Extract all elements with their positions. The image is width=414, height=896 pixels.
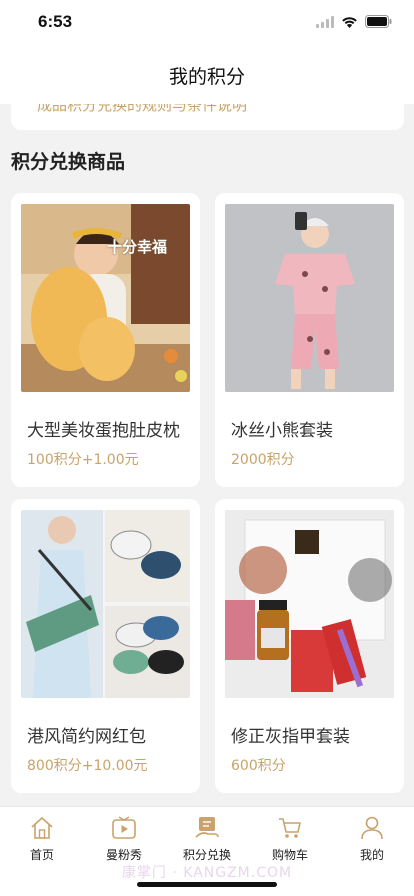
product-name: 港风简约网红包 [27,727,146,747]
status-bar: 6:53 [0,0,414,44]
tab-label: 首页 [29,848,54,862]
watermark: 康掌门 · KANGZM.COM [121,865,293,881]
tab-label: 积分兑换 [182,848,231,862]
profile-icon [361,816,383,840]
home-indicator [137,882,277,887]
product-price: 100积分+1.00元 [27,452,139,468]
points-rules-text: 成品积分兑换的规则与条件说明 [37,104,248,114]
product-name: 大型美妆蛋抱肚皮枕 [27,421,180,441]
wifi-icon [342,16,357,28]
product-price: 800积分+10.00元 [27,758,148,774]
product-card[interactable]: 十分幸福 大型美妆蛋抱肚皮枕 100积分+1.00元 [11,193,200,487]
tab-label: 购物车 [271,848,308,862]
points-rules-card: 成品积分兑换的规则与条件说明 [11,104,404,130]
product-card[interactable]: 冰丝小熊套装 2000积分 [215,193,404,487]
product-image-pillow[interactable]: 十分幸福 [21,204,190,392]
product-image-caption: 十分幸福 [107,238,168,256]
signal-icon [316,15,334,28]
nav-bar: 我的积分 [0,44,414,104]
product-price: 600积分 [231,758,286,774]
points-exchange-icon [195,817,219,838]
section-title: 积分兑换商品 [11,151,126,173]
page-title: 我的积分 [168,66,245,88]
tab-label: 曼粉秀 [105,848,142,862]
content-scroll-area[interactable]: 成品积分兑换的规则与条件说明 积分兑换商品 十分幸福 大型美妆蛋抱肚皮枕 100… [0,104,414,806]
tab-label: 我的 [359,848,384,862]
status-time: 6:53 [38,12,73,31]
status-icons [316,15,392,28]
product-name: 冰丝小熊套装 [231,421,333,441]
cart-icon [279,818,301,838]
product-card[interactable]: 修正灰指甲套装 600积分 [215,499,404,793]
product-name: 修正灰指甲套装 [231,727,350,747]
product-card[interactable]: 港风简约网红包 800积分+10.00元 [11,499,200,793]
product-image-nail-kit[interactable] [225,510,394,698]
product-image-bag[interactable] [21,510,190,698]
product-price: 2000积分 [231,452,295,468]
product-image-pajamas[interactable] [225,204,394,392]
home-icon [31,817,53,839]
video-play-icon [112,816,136,839]
battery-icon [365,15,392,28]
